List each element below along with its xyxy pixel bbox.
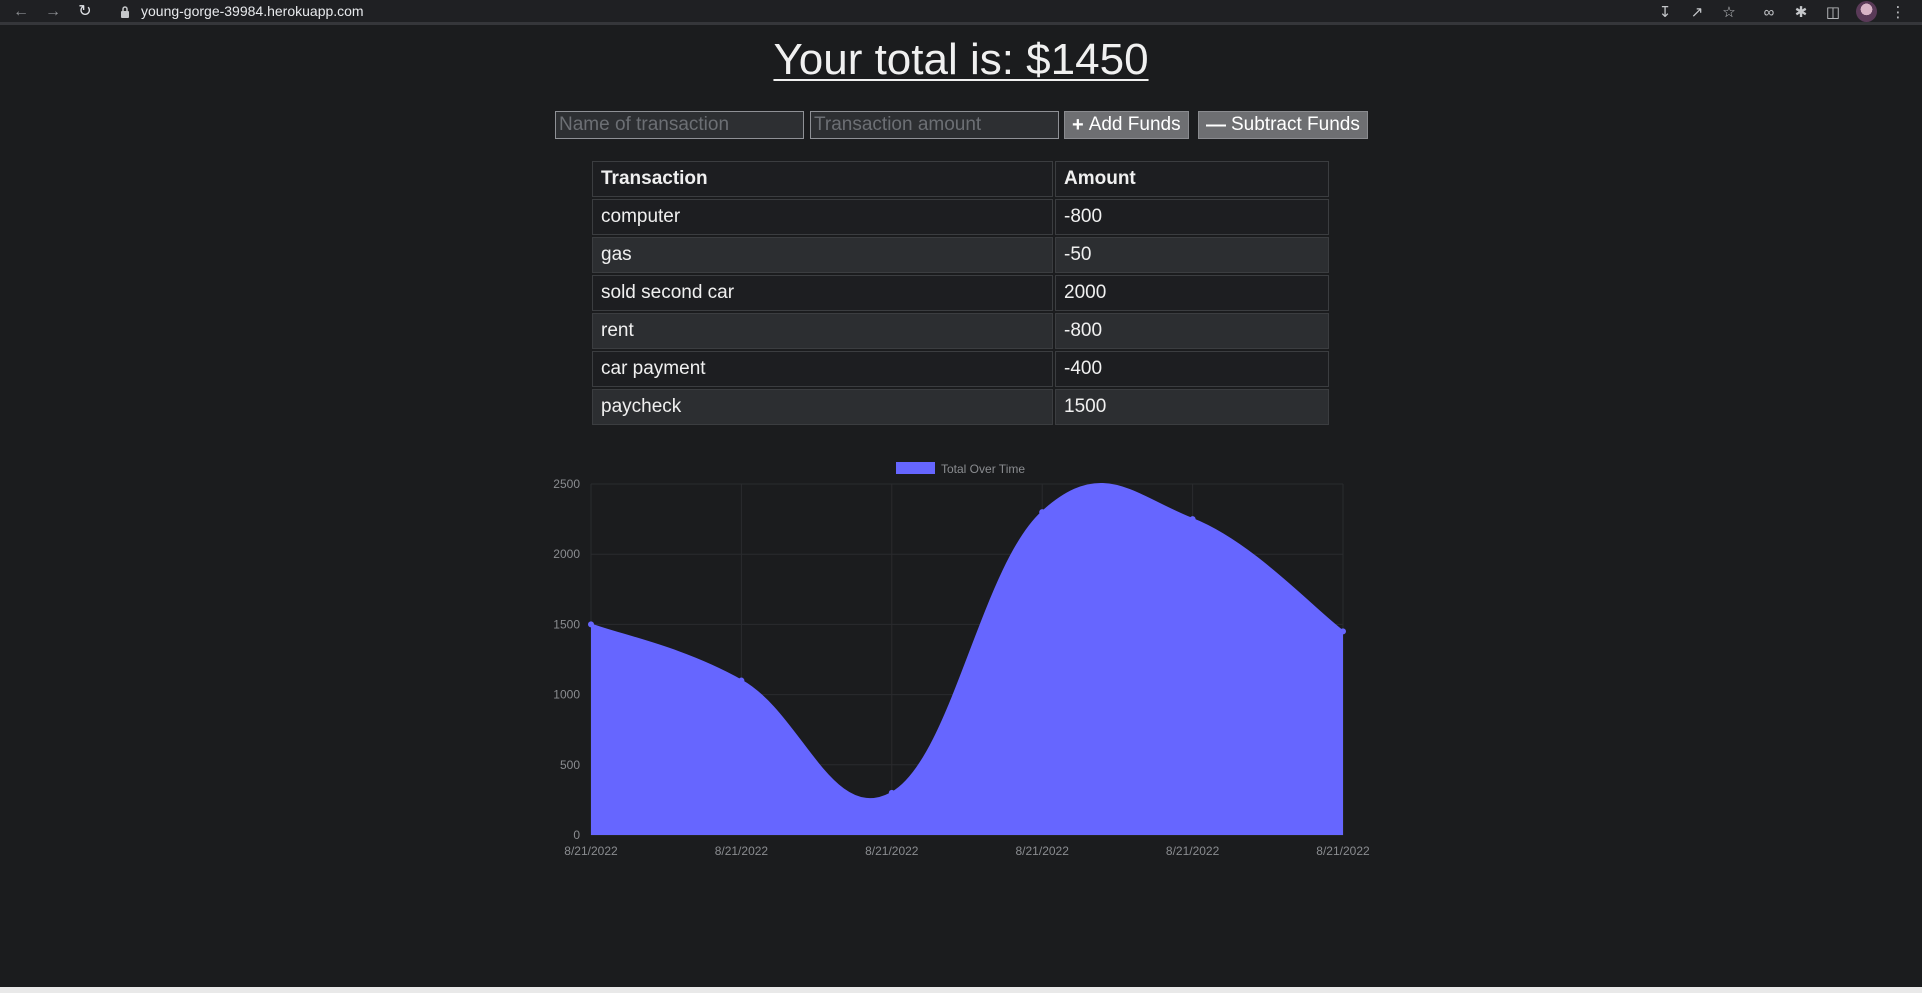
lock-icon (121, 6, 129, 18)
plus-icon: + (1072, 114, 1084, 136)
transaction-name-cell: sold second car (592, 275, 1053, 311)
table-row: gas -50 (592, 237, 1329, 273)
reload-icon[interactable]: ↻ (75, 2, 95, 22)
bookmark-star-icon[interactable]: ☆ (1719, 2, 1739, 22)
x-tick-label: 8/21/2022 (1166, 844, 1220, 858)
transactions-table: Transaction Amount computer -800 gas -50… (590, 159, 1331, 427)
transaction-name-cell: paycheck (592, 389, 1053, 425)
data-point[interactable] (888, 789, 895, 796)
data-point[interactable] (1189, 516, 1196, 523)
x-tick-label: 8/21/2022 (865, 844, 919, 858)
transaction-amount-cell: 1500 (1055, 389, 1329, 425)
data-point[interactable] (588, 621, 594, 628)
chart-area-series (590, 483, 1344, 835)
data-point[interactable] (1340, 628, 1346, 635)
transaction-amount-input[interactable] (810, 111, 1059, 139)
data-point[interactable] (738, 677, 745, 684)
table-row: car payment -400 (592, 351, 1329, 387)
transaction-amount-cell: -800 (1055, 313, 1329, 349)
chart-legend[interactable]: Total Over Time (896, 462, 1025, 476)
extension-glasses-icon[interactable]: ∞ (1759, 2, 1779, 22)
x-tick-label: 8/21/2022 (1316, 844, 1370, 858)
x-tick-label: 8/21/2022 (1016, 844, 1070, 858)
y-tick-label: 2000 (553, 547, 580, 561)
legend-swatch (896, 462, 935, 474)
forward-arrow-icon[interactable]: → (43, 2, 63, 22)
subtract-funds-button[interactable]: — Subtract Funds (1198, 111, 1368, 139)
transaction-name-cell: computer (592, 199, 1053, 235)
add-funds-label: Add Funds (1088, 114, 1181, 135)
transaction-amount-cell: -400 (1055, 351, 1329, 387)
profile-avatar[interactable] (1856, 1, 1877, 22)
y-tick-label: 2500 (553, 477, 580, 491)
transaction-name-cell: rent (592, 313, 1053, 349)
total-over-time-chart: 05001000150020002500 8/21/2022 8/21/2022 8… (553, 462, 1370, 858)
transaction-amount-cell: 2000 (1055, 275, 1329, 311)
page-bottom-edge (0, 987, 1922, 993)
header-transaction: Transaction (592, 161, 1053, 197)
data-point[interactable] (1039, 509, 1046, 516)
y-tick-label: 0 (573, 828, 580, 842)
page-title: Your total is: $1450 (773, 35, 1149, 84)
table-row: sold second car 2000 (592, 275, 1329, 311)
header-amount: Amount (1055, 161, 1329, 197)
address-bar[interactable]: young-gorge-39984.herokuapp.com (141, 3, 364, 19)
minus-icon: — (1206, 114, 1226, 136)
y-tick-label: 1000 (553, 688, 580, 702)
add-funds-button[interactable]: + Add Funds (1064, 111, 1189, 139)
table-row: rent -800 (592, 313, 1329, 349)
y-tick-label: 500 (560, 758, 580, 772)
subtract-funds-label: Subtract Funds (1231, 114, 1360, 135)
extensions-puzzle-icon[interactable]: ✱ (1791, 2, 1811, 22)
table-row: computer -800 (592, 199, 1329, 235)
y-tick-label: 1500 (553, 617, 580, 631)
back-arrow-icon[interactable]: ← (11, 2, 31, 22)
table-header-row: Transaction Amount (592, 161, 1329, 197)
share-icon[interactable]: ↗ (1687, 2, 1707, 22)
transaction-name-input[interactable] (555, 111, 804, 139)
legend-label: Total Over Time (941, 462, 1025, 476)
transaction-amount-cell: -50 (1055, 237, 1329, 273)
browser-toolbar: ← → ↻ young-gorge-39984.herokuapp.com ↧ … (0, 0, 1922, 25)
table-row: paycheck 1500 (592, 389, 1329, 425)
install-app-icon[interactable]: ↧ (1655, 2, 1675, 22)
side-panel-icon[interactable]: ◫ (1823, 2, 1843, 22)
transaction-amount-cell: -800 (1055, 199, 1329, 235)
transaction-name-cell: car payment (592, 351, 1053, 387)
y-axis-ticks: 0 500 1000 1500 2000 2500 (553, 477, 580, 842)
menu-kebab-icon[interactable]: ⋮ (1888, 2, 1908, 22)
x-tick-label: 8/21/2022 (715, 844, 769, 858)
x-axis-ticks: 8/21/2022 8/21/2022 8/21/2022 8/21/2022 8/21… (564, 844, 1370, 858)
transaction-name-cell: gas (592, 237, 1053, 273)
x-tick-label: 8/21/2022 (564, 844, 618, 858)
